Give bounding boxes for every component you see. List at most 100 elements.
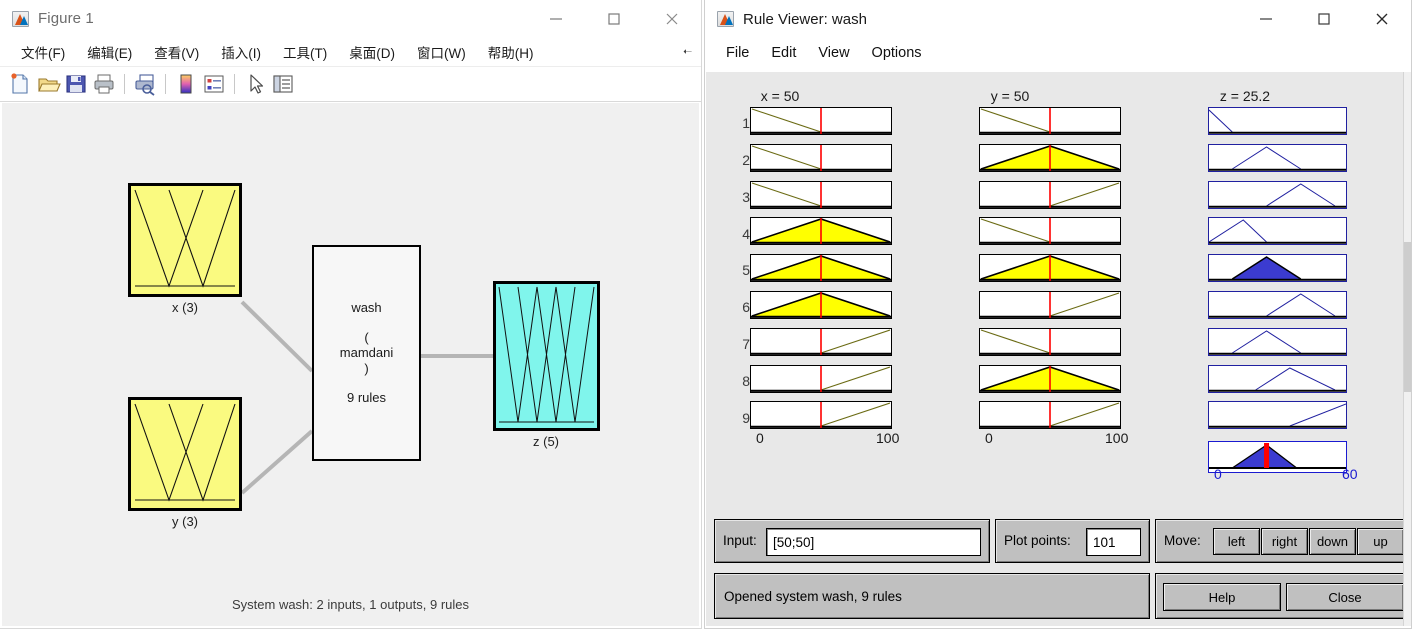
fis-output-z-label: z (5) (533, 434, 559, 449)
rule-8-x-mf-plot (750, 364, 892, 393)
rule-viewer-menubar: File Edit View Options (705, 38, 1411, 67)
legend-icon[interactable] (201, 71, 227, 97)
minimize-button[interactable] (527, 0, 585, 38)
plot-browser-icon[interactable] (270, 71, 296, 97)
close-button-action[interactable]: Close (1286, 583, 1404, 611)
rule-number: 3 (742, 189, 750, 205)
input-panel: Input: [50;50] (714, 519, 990, 563)
z-axis-max-label: 60 (1342, 466, 1358, 482)
rule-viewer-body: x = 50 y = 50 z = 25.2 1 2 3 4 5 6 7 8 9… (706, 72, 1410, 626)
rule-6-z-mf-plot (1208, 291, 1347, 319)
rule-4-y-mf-plot (979, 217, 1121, 246)
fis-diagram-canvas: x (3) y (3) wash ( mamdani ) 9 rules z (… (2, 103, 699, 626)
status-panel: Opened system wash, 9 rules (714, 573, 1150, 619)
action-panel: Help Close (1155, 573, 1410, 619)
y-column-header: y = 50 (990, 88, 1030, 104)
rule-viewer-window-buttons (1237, 0, 1411, 38)
rule-5-y-mf-plot (979, 254, 1121, 283)
menu-help[interactable]: 帮助(H) (477, 42, 545, 62)
fis-system-rules: 9 rules (346, 390, 387, 406)
toolbar-separator (234, 74, 235, 94)
menu-file[interactable]: 文件(F) (10, 42, 76, 62)
figure-window-title: Figure 1 (38, 10, 94, 27)
help-button[interactable]: Help (1163, 583, 1281, 611)
rule-8-z-mf-plot (1208, 364, 1347, 393)
rule-3-y-mf-plot (979, 180, 1121, 209)
move-up-button[interactable]: up (1357, 528, 1404, 555)
rule-5-z-mf-plot (1208, 254, 1347, 283)
matlab-icon (12, 10, 29, 27)
toolbar-separator (124, 74, 125, 94)
x-axis-max-label: 100 (876, 430, 900, 446)
fis-system-paren-open: ( (364, 329, 369, 345)
menu-window[interactable]: 窗口(W) (406, 42, 477, 62)
rule-viewer-scrollbar[interactable] (1403, 72, 1411, 626)
rule-7-z-mf-plot (1208, 327, 1347, 356)
menu-insert[interactable]: 插入(I) (210, 42, 272, 62)
rule-9-y-mf-plot (979, 401, 1121, 430)
rule-viewer-title: Rule Viewer: wash (743, 10, 867, 28)
menu-tools[interactable]: 工具(T) (272, 42, 338, 62)
aggregate-output-plot (1208, 441, 1347, 474)
edit-plot-pointer-icon[interactable] (242, 71, 268, 97)
mf-preview-y (134, 403, 236, 502)
fis-input-x[interactable] (128, 183, 242, 297)
rule-viewer-window: Rule Viewer: wash File Edit View Options (704, 0, 1412, 629)
rule-1-y-mf-plot (979, 107, 1121, 135)
maximize-button[interactable] (585, 0, 643, 38)
plot-points-field[interactable]: 101 (1086, 528, 1141, 556)
toolbar-separator (165, 74, 166, 94)
rv-menu-options[interactable]: Options (861, 45, 933, 61)
fis-system-name: wash (351, 299, 382, 315)
move-label: Move: (1164, 533, 1201, 548)
rule-9-z-mf-plot (1208, 401, 1347, 430)
save-figure-icon[interactable] (63, 71, 89, 97)
input-field[interactable]: [50;50] (766, 528, 981, 556)
print-preview-icon[interactable] (132, 71, 158, 97)
rule-1-z-mf-plot (1208, 107, 1347, 135)
rule-2-y-mf-plot (979, 143, 1121, 172)
move-right-button[interactable]: right (1261, 528, 1308, 555)
rv-menu-file[interactable]: File (715, 45, 760, 61)
rule-4-z-mf-plot (1208, 217, 1347, 246)
move-panel: Move: left right down up (1155, 519, 1410, 563)
rv-menu-view[interactable]: View (807, 45, 860, 61)
rule-number: 9 (742, 410, 750, 426)
open-file-icon[interactable] (35, 71, 61, 97)
close-button[interactable] (1353, 0, 1411, 38)
figure-window-buttons (527, 0, 701, 38)
rule-number: 5 (742, 262, 750, 278)
rule-viewer-titlebar: Rule Viewer: wash (705, 0, 1411, 38)
colorbar-icon[interactable] (173, 71, 199, 97)
figure-status-text: System wash: 2 inputs, 1 outputs, 9 rule… (231, 597, 469, 612)
rv-menu-edit[interactable]: Edit (760, 45, 807, 61)
menu-overflow-arrow-icon[interactable]: ➝ (683, 45, 692, 58)
menu-edit[interactable]: 编辑(E) (76, 42, 143, 62)
fis-output-z[interactable] (493, 281, 600, 431)
move-down-button[interactable]: down (1309, 528, 1356, 555)
scrollbar-thumb[interactable] (1404, 242, 1411, 392)
z-axis-min-label: 0 (1214, 466, 1222, 482)
mf-preview-x (134, 189, 236, 288)
y-axis-min-label: 0 (985, 430, 993, 446)
print-figure-icon[interactable] (91, 71, 117, 97)
fis-system-type: mamdani (339, 345, 394, 361)
fis-system-block[interactable]: wash ( mamdani ) 9 rules (312, 245, 421, 461)
menu-desktop[interactable]: 桌面(D) (338, 42, 406, 62)
x-column-header: x = 50 (760, 88, 800, 104)
maximize-button[interactable] (1295, 0, 1353, 38)
rule-8-y-mf-plot (979, 364, 1121, 393)
fis-system-paren-close: ) (364, 360, 369, 376)
figure-titlebar: Figure 1 (0, 0, 701, 38)
figure-toolbar (0, 66, 701, 102)
rule-6-x-mf-plot (750, 291, 892, 319)
new-figure-icon[interactable] (7, 71, 33, 97)
minimize-button[interactable] (1237, 0, 1295, 38)
close-button[interactable] (643, 0, 701, 38)
move-left-button[interactable]: left (1213, 528, 1260, 555)
menu-view[interactable]: 查看(V) (143, 42, 210, 62)
fis-input-y[interactable] (128, 397, 242, 511)
z-column-header: z = 25.2 (1219, 88, 1271, 104)
plot-points-panel: Plot points: 101 (995, 519, 1150, 563)
matlab-icon (717, 11, 734, 27)
